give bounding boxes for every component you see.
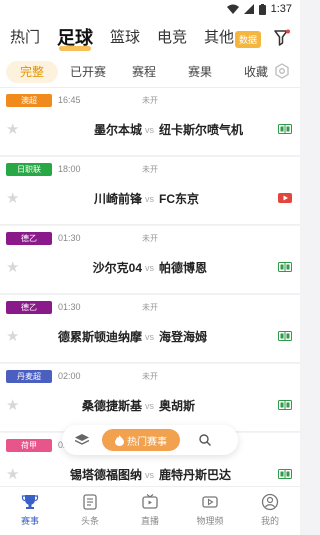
- layers-icon: [75, 434, 89, 445]
- match-row[interactable]: 丹麦超 02:00 未开 ★ 桑德捷斯基 vs 奥胡斯: [0, 364, 300, 432]
- search-icon: [199, 434, 211, 446]
- trophy-icon: [21, 495, 39, 509]
- subtab-complete[interactable]: 完整: [6, 60, 58, 83]
- match-time: 01:30: [58, 302, 81, 312]
- nav-live-label: 直播: [140, 516, 159, 526]
- match-row[interactable]: 德乙 01:30 未开 ★ 德累斯顿迪纳摩 vs 海登海姆: [0, 295, 300, 363]
- tab-esports[interactable]: 电竞: [157, 20, 187, 56]
- live-data-icon[interactable]: [278, 331, 292, 341]
- vs-label: vs: [145, 194, 154, 204]
- subtab-results[interactable]: 赛果: [174, 61, 226, 83]
- home-team: 德累斯顿迪纳摩: [57, 330, 142, 344]
- nav-profile-label: 我的: [260, 516, 279, 526]
- star-icon[interactable]: ★: [6, 329, 19, 344]
- settings-icon[interactable]: [274, 63, 290, 79]
- league-badge: 德乙: [6, 301, 52, 314]
- tab-football[interactable]: 足球: [57, 20, 93, 56]
- layers-button[interactable]: [62, 434, 102, 446]
- nav-events-label: 赛事: [20, 516, 39, 526]
- status-icons: 1:37: [226, 3, 292, 15]
- battery-icon: [258, 3, 266, 15]
- sub-tabs: 完整 已开赛 赛程 赛果 收藏: [0, 56, 300, 88]
- nav-headlines-label: 头条: [80, 516, 99, 526]
- away-team: 鹿特丹斯巴达: [159, 468, 232, 482]
- live-data-icon[interactable]: [278, 262, 292, 272]
- league-badge: 荷甲: [6, 439, 52, 452]
- tab-basketball[interactable]: 篮球: [110, 20, 140, 56]
- live-data-icon[interactable]: [278, 400, 292, 410]
- nav-profile[interactable]: 我的: [240, 487, 300, 535]
- match-status: 未开: [142, 372, 158, 381]
- away-team: FC东京: [159, 192, 199, 206]
- data-badge-button[interactable]: 数据: [235, 31, 262, 48]
- vs-label: vs: [145, 470, 154, 480]
- search-button[interactable]: [180, 434, 230, 446]
- bottom-nav: 赛事 头条 直播 物理频 我的: [0, 486, 300, 535]
- subtab-started[interactable]: 已开赛: [62, 61, 114, 83]
- match-status: 未开: [142, 234, 158, 243]
- wifi-icon: [226, 4, 239, 14]
- home-team: 川崎前锋: [93, 192, 142, 206]
- home-team: 桑德捷斯基: [81, 399, 142, 413]
- nav-live[interactable]: 直播: [120, 487, 180, 535]
- away-team: 奥胡斯: [159, 399, 196, 413]
- match-status: 未开: [142, 96, 158, 105]
- match-row[interactable]: 澳超 16:45 未开 ★ 墨尔本城 vs 纽卡斯尔喷气机: [0, 88, 300, 156]
- away-team: 纽卡斯尔喷气机: [159, 123, 244, 137]
- nav-videos-label: 物理频: [196, 516, 224, 526]
- star-icon[interactable]: ★: [6, 398, 19, 413]
- tv-icon: [142, 494, 158, 509]
- star-icon[interactable]: ★: [6, 467, 19, 482]
- user-icon: [261, 493, 279, 511]
- vs-label: vs: [145, 263, 154, 273]
- floating-toolbar: 热门赛事: [62, 425, 238, 455]
- match-time: 18:00: [58, 164, 81, 174]
- nav-events[interactable]: 赛事: [0, 487, 60, 535]
- subtab-schedule[interactable]: 赛程: [118, 61, 170, 83]
- filter-icon[interactable]: [274, 29, 290, 47]
- match-status: 未开: [142, 165, 158, 174]
- match-row[interactable]: 日职联 18:00 未开 ★ 川崎前锋 vs FC东京: [0, 157, 300, 225]
- status-bar: 1:37: [0, 0, 300, 20]
- video-icon[interactable]: [278, 193, 292, 203]
- sport-tabs: 热门 足球 篮球 电竞 其他 数据: [0, 20, 300, 56]
- hot-events-label: 热门赛事: [127, 436, 167, 448]
- video-camera-icon: [202, 496, 218, 508]
- star-icon[interactable]: ★: [6, 260, 19, 275]
- tab-hot[interactable]: 热门: [10, 20, 40, 56]
- match-time: 02:00: [58, 371, 81, 381]
- league-badge: 德乙: [6, 232, 52, 245]
- nav-headlines[interactable]: 头条: [60, 487, 120, 535]
- league-badge: 日职联: [6, 163, 52, 176]
- nav-videos[interactable]: 物理频: [180, 487, 240, 535]
- match-row[interactable]: 德乙 01:30 未开 ★ 沙尔克04 vs 帕德博恩: [0, 226, 300, 294]
- tab-other[interactable]: 其他: [204, 20, 234, 56]
- clock-text: 1:37: [270, 3, 292, 15]
- live-data-icon[interactable]: [278, 469, 292, 479]
- signal-icon: [243, 4, 254, 14]
- league-badge: 澳超: [6, 94, 52, 107]
- star-icon[interactable]: ★: [6, 122, 19, 137]
- vs-label: vs: [145, 332, 154, 342]
- home-team: 墨尔本城: [93, 123, 142, 137]
- star-icon[interactable]: ★: [6, 191, 19, 206]
- away-team: 帕德博恩: [159, 261, 208, 275]
- vs-label: vs: [145, 401, 154, 411]
- home-team: 沙尔克04: [92, 261, 142, 275]
- match-time: 16:45: [58, 95, 81, 105]
- league-badge: 丹麦超: [6, 370, 52, 383]
- live-data-icon[interactable]: [278, 124, 292, 134]
- flame-icon: [115, 434, 124, 446]
- hot-events-button[interactable]: 热门赛事: [102, 429, 180, 451]
- match-status: 未开: [142, 303, 158, 312]
- document-icon: [83, 494, 97, 510]
- match-time: 01:30: [58, 233, 81, 243]
- home-team: 锡塔德福图纳: [69, 468, 142, 482]
- away-team: 海登海姆: [159, 330, 208, 344]
- vs-label: vs: [145, 125, 154, 135]
